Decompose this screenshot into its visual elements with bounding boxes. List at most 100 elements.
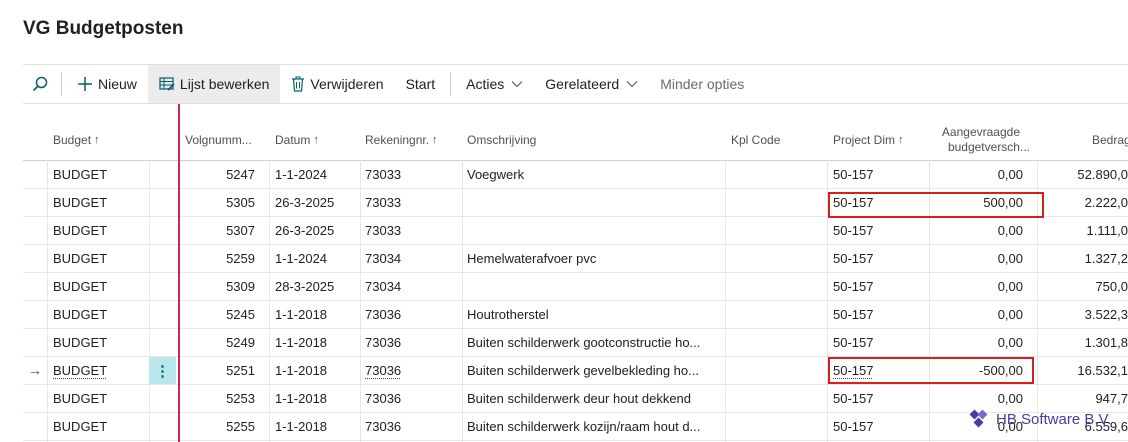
cell-datum[interactable]: 26-3-2025 [275, 189, 359, 216]
cell-budget[interactable]: BUDGET [53, 413, 145, 440]
cell-omschrijving[interactable] [467, 273, 723, 300]
cell-rekeningnr[interactable]: 73033 [365, 161, 459, 188]
cell-project-dim[interactable]: 50-157 [833, 217, 927, 244]
cell-budget[interactable]: BUDGET [53, 217, 145, 244]
related-menu-label: Gerelateerd [545, 76, 620, 92]
new-button[interactable]: Nieuw [66, 65, 148, 103]
cell-datum[interactable]: 1-1-2018 [275, 385, 359, 412]
cell-budget[interactable]: BUDGET [53, 329, 145, 356]
cell-omschrijving[interactable]: Voegwerk [467, 161, 723, 188]
cell-bedrag[interactable]: 16.532,1 [1041, 357, 1128, 384]
cell-datum[interactable]: 28-3-2025 [275, 273, 359, 300]
toolbar-separator [450, 72, 452, 96]
cell-datum[interactable]: 1-1-2018 [275, 329, 359, 356]
cell-aangevraagd[interactable]: 0,00 [933, 273, 1023, 300]
cell-rekeningnr[interactable]: 73036 [365, 385, 459, 412]
start-menu[interactable]: Start [395, 65, 447, 103]
table-row[interactable]: BUDGET 5249 1-1-2018 73036 Buiten schilderwe… [23, 329, 1128, 357]
column-header-omschrijving[interactable]: Omschrijving [467, 120, 536, 160]
cell-volgnummer[interactable]: 5245 [153, 301, 255, 328]
table-row[interactable]: BUDGET 5309 28-3-2025 73034 50-157 0,00 750,0 [23, 273, 1128, 301]
cell-aangevraagd[interactable]: 0,00 [933, 245, 1023, 272]
cell-datum[interactable]: 1-1-2024 [275, 245, 359, 272]
cell-project-dim[interactable]: 50-157 [833, 161, 927, 188]
cell-budget[interactable]: BUDGET [53, 245, 145, 272]
cell-rekeningnr[interactable]: 73036 [365, 357, 459, 384]
cell-bedrag[interactable]: 1.301,8 [1041, 329, 1128, 356]
cell-budget[interactable]: BUDGET [53, 189, 145, 216]
edit-list-icon [159, 76, 175, 92]
cell-project-dim[interactable]: 50-157 [833, 245, 927, 272]
cell-omschrijving[interactable]: Houtrotherstel [467, 301, 723, 328]
cell-volgnummer[interactable]: 5259 [153, 245, 255, 272]
cell-volgnummer[interactable]: 5247 [153, 161, 255, 188]
table-row[interactable]: BUDGET 5307 26-3-2025 73033 50-157 0,00 1.111,… [23, 217, 1128, 245]
cell-rekeningnr[interactable]: 73033 [365, 217, 459, 244]
cell-aangevraagd[interactable]: 0,00 [933, 301, 1023, 328]
cell-rekeningnr[interactable]: 73036 [365, 413, 459, 440]
cell-project-dim[interactable]: 50-157 [833, 385, 927, 412]
column-header-volgnummer[interactable]: Volgnumm... [185, 120, 252, 160]
column-header-project-dim[interactable]: Project Dim ↑ [833, 120, 904, 160]
cell-budget[interactable]: BUDGET [53, 357, 145, 384]
cell-omschrijving[interactable] [467, 189, 723, 216]
table-row[interactable]: BUDGET 5255 1-1-2018 73036 Buiten schilderwe… [23, 413, 1128, 441]
cell-omschrijving[interactable]: Buiten schilderwerk gootconstructie ho..… [467, 329, 723, 356]
cell-datum[interactable]: 1-1-2024 [275, 161, 359, 188]
cell-omschrijving[interactable]: Buiten schilderwerk deur hout dekkend [467, 385, 723, 412]
column-header-budget[interactable]: Budget ↑ [53, 120, 100, 160]
column-header-bedrag[interactable]: Bedrag [1092, 120, 1128, 160]
cell-rekeningnr[interactable]: 73033 [365, 189, 459, 216]
cell-bedrag[interactable]: 52.890,0 [1041, 161, 1128, 188]
edit-list-button[interactable]: Lijst bewerken [147, 65, 281, 103]
cell-budget[interactable]: BUDGET [53, 161, 145, 188]
cell-project-dim[interactable]: 50-157 [833, 301, 927, 328]
cell-project-dim[interactable]: 50-157 [833, 273, 927, 300]
fewer-options-button[interactable]: Minder opties [649, 65, 755, 103]
cell-omschrijving[interactable]: Buiten schilderwerk gevelbekleding ho... [467, 357, 723, 384]
cell-datum[interactable]: 26-3-2025 [275, 217, 359, 244]
search-button[interactable] [23, 65, 57, 103]
cell-budget[interactable]: BUDGET [53, 385, 145, 412]
table-row[interactable]: BUDGET 5247 1-1-2024 73033 Voegwerk 50-157 0,0… [23, 161, 1128, 189]
cell-omschrijving[interactable]: Hemelwaterafvoer pvc [467, 245, 723, 272]
cell-volgnummer[interactable]: 5255 [153, 413, 255, 440]
cell-datum[interactable]: 1-1-2018 [275, 413, 359, 440]
related-menu[interactable]: Gerelateerd [534, 65, 649, 103]
cell-volgnummer[interactable]: 5309 [153, 273, 255, 300]
cell-bedrag[interactable]: 1.111,0 [1041, 217, 1128, 244]
cell-aangevraagd[interactable]: 0,00 [933, 329, 1023, 356]
cell-aangevraagd[interactable]: 0,00 [933, 217, 1023, 244]
row-actions-menu-button[interactable]: ⋮ [149, 357, 176, 384]
column-header-kpl-code[interactable]: Kpl Code [731, 120, 780, 160]
table-row[interactable]: BUDGET 5245 1-1-2018 73036 Houtrotherstel 50-… [23, 301, 1128, 329]
column-header-datum[interactable]: Datum ↑ [275, 120, 319, 160]
cell-volgnummer[interactable]: 5307 [153, 217, 255, 244]
table-row[interactable]: BUDGET 5259 1-1-2024 73034 Hemelwaterafvoer … [23, 245, 1128, 273]
cell-volgnummer[interactable]: 5305 [153, 189, 255, 216]
cell-omschrijving[interactable]: Buiten schilderwerk kozijn/raam hout d..… [467, 413, 723, 440]
cell-bedrag[interactable]: 3.522,3 [1041, 301, 1128, 328]
cell-omschrijving[interactable] [467, 217, 723, 244]
cell-volgnummer[interactable]: 5253 [153, 385, 255, 412]
cell-bedrag[interactable]: 750,0 [1041, 273, 1128, 300]
column-header-aangevraagde-budgetverschil[interactable]: Aangevraagde budgetversch... [935, 120, 1030, 160]
cell-budget[interactable]: BUDGET [53, 301, 145, 328]
cell-volgnummer[interactable]: 5249 [153, 329, 255, 356]
cell-bedrag[interactable]: 2.222,0 [1041, 189, 1128, 216]
column-header-rekeningnr[interactable]: Rekeningnr. ↑ [365, 120, 438, 160]
table-row[interactable]: BUDGET 5253 1-1-2018 73036 Buiten schilderwe… [23, 385, 1128, 413]
cell-rekeningnr[interactable]: 73036 [365, 329, 459, 356]
cell-rekeningnr[interactable]: 73034 [365, 273, 459, 300]
cell-project-dim[interactable]: 50-157 [833, 413, 927, 440]
cell-rekeningnr[interactable]: 73034 [365, 245, 459, 272]
actions-menu[interactable]: Acties [455, 65, 534, 103]
cell-aangevraagd[interactable]: 0,00 [933, 161, 1023, 188]
cell-bedrag[interactable]: 1.327,2 [1041, 245, 1128, 272]
cell-rekeningnr[interactable]: 73036 [365, 301, 459, 328]
cell-datum[interactable]: 1-1-2018 [275, 301, 359, 328]
cell-project-dim[interactable]: 50-157 [833, 329, 927, 356]
cell-datum[interactable]: 1-1-2018 [275, 357, 359, 384]
cell-budget[interactable]: BUDGET [53, 273, 145, 300]
delete-button[interactable]: Verwijderen [280, 65, 394, 103]
